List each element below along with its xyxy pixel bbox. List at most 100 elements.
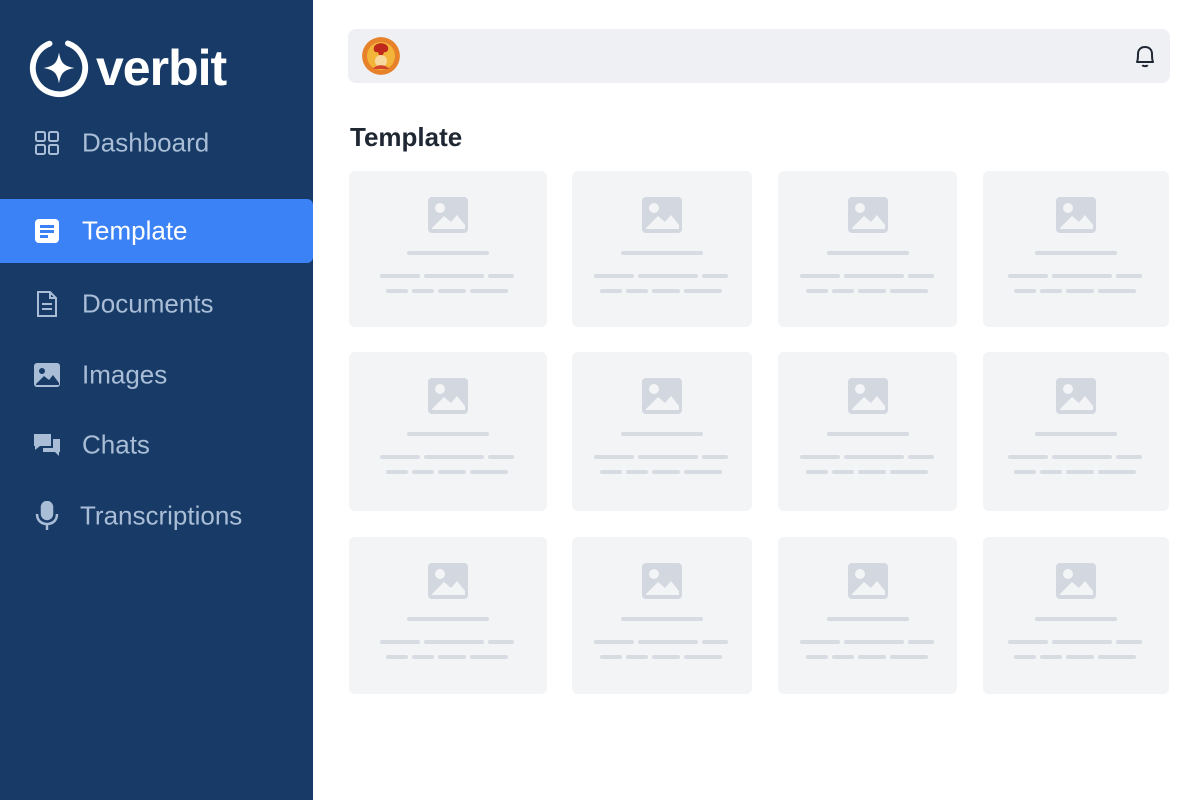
image-placeholder-icon [428, 378, 468, 414]
sidebar-item-dashboard[interactable]: Dashboard [0, 111, 313, 175]
skeleton-line [600, 470, 622, 474]
skeleton-line [638, 640, 698, 644]
skeleton-line [831, 470, 854, 474]
skeleton-line [424, 455, 484, 459]
template-card[interactable] [983, 171, 1169, 327]
skeleton-line [412, 289, 434, 293]
skeleton-line [380, 640, 420, 644]
template-card[interactable] [778, 352, 957, 511]
chat-icon [33, 431, 61, 459]
skeleton-line [380, 455, 420, 459]
sidebar-item-images[interactable]: Images [0, 343, 313, 407]
image-placeholder-icon [847, 378, 888, 414]
skeleton-line [907, 455, 934, 459]
skeleton-line [1014, 470, 1036, 474]
sidebar-item-transcriptions[interactable]: Transcriptions [0, 484, 313, 548]
template-card[interactable] [983, 537, 1169, 694]
sidebar-item-label: Template [82, 215, 188, 246]
skeleton-line [594, 274, 634, 278]
microphone-icon [33, 501, 61, 530]
sidebar-item-chats[interactable]: Chats [0, 413, 313, 477]
sidebar-item-label: Chats [82, 429, 150, 460]
template-card[interactable] [572, 537, 752, 694]
skeleton-line [626, 289, 648, 293]
skeleton-line [380, 274, 420, 278]
skeleton-line [805, 470, 828, 474]
skeleton-line [907, 274, 934, 278]
skeleton-line [1066, 470, 1094, 474]
image-placeholder-icon [1056, 197, 1096, 233]
image-placeholder-icon [428, 563, 468, 599]
sidebar-item-label: Dashboard [82, 127, 210, 158]
document-icon [33, 290, 61, 318]
skeleton-line [684, 655, 722, 659]
template-card[interactable] [572, 352, 752, 511]
template-icon [33, 217, 61, 245]
image-placeholder-icon [642, 563, 682, 599]
skeleton-line [1035, 617, 1117, 621]
skeleton-line [799, 274, 840, 278]
skeleton-line [1008, 274, 1048, 278]
skeleton-line [412, 470, 434, 474]
skeleton-line [684, 289, 722, 293]
skeleton-line [621, 617, 703, 621]
image-placeholder-icon [847, 197, 888, 233]
sidebar-item-documents[interactable]: Documents [0, 272, 313, 336]
skeleton-line [799, 455, 840, 459]
image-placeholder-icon [1056, 563, 1096, 599]
skeleton-line [889, 470, 928, 474]
skeleton-line [1008, 640, 1048, 644]
skeleton-line [626, 655, 648, 659]
skeleton-line [386, 289, 408, 293]
skeleton-line [702, 274, 728, 278]
skeleton-line [1035, 432, 1117, 436]
skeleton-line [386, 470, 408, 474]
image-placeholder-icon [642, 197, 682, 233]
brand-logo[interactable]: verbit [28, 36, 227, 100]
skeleton-line [1098, 470, 1136, 474]
image-placeholder-icon [1056, 378, 1096, 414]
skeleton-line [684, 470, 722, 474]
template-card[interactable] [349, 537, 547, 694]
template-card[interactable] [778, 171, 957, 327]
sidebar-item-label: Transcriptions [80, 500, 243, 531]
skeleton-line [1014, 655, 1036, 659]
skeleton-line [1014, 289, 1036, 293]
template-card[interactable] [983, 352, 1169, 511]
skeleton-line [889, 289, 928, 293]
skeleton-line [407, 432, 489, 436]
skeleton-line [907, 640, 934, 644]
skeleton-line [1040, 470, 1062, 474]
skeleton-line [843, 640, 904, 644]
skeleton-line [1008, 455, 1048, 459]
skeleton-line [1098, 289, 1136, 293]
skeleton-line [407, 251, 489, 255]
skeleton-line [1040, 655, 1062, 659]
skeleton-line [1116, 455, 1142, 459]
skeleton-line [1052, 455, 1112, 459]
template-card[interactable] [778, 537, 957, 694]
sidebar-item-template[interactable]: Template [0, 199, 313, 263]
skeleton-line [857, 289, 886, 293]
skeleton-line [857, 470, 886, 474]
skeleton-line [438, 289, 466, 293]
template-card[interactable] [349, 352, 547, 511]
skeleton-line [1116, 274, 1142, 278]
skeleton-line [594, 640, 634, 644]
skeleton-line [1035, 251, 1117, 255]
skeleton-line [438, 655, 466, 659]
sidebar-item-label: Images [82, 359, 168, 390]
template-card[interactable] [572, 171, 752, 327]
dashboard-icon [33, 129, 61, 157]
skeleton-line [702, 640, 728, 644]
skeleton-line [1052, 274, 1112, 278]
bell-icon[interactable] [1132, 43, 1158, 69]
skeleton-line [843, 274, 904, 278]
template-card[interactable] [349, 171, 547, 327]
skeleton-line [438, 470, 466, 474]
skeleton-line [826, 432, 909, 436]
skeleton-line [638, 274, 698, 278]
skeleton-line [843, 455, 904, 459]
user-avatar[interactable] [362, 37, 400, 75]
skeleton-line [621, 251, 703, 255]
